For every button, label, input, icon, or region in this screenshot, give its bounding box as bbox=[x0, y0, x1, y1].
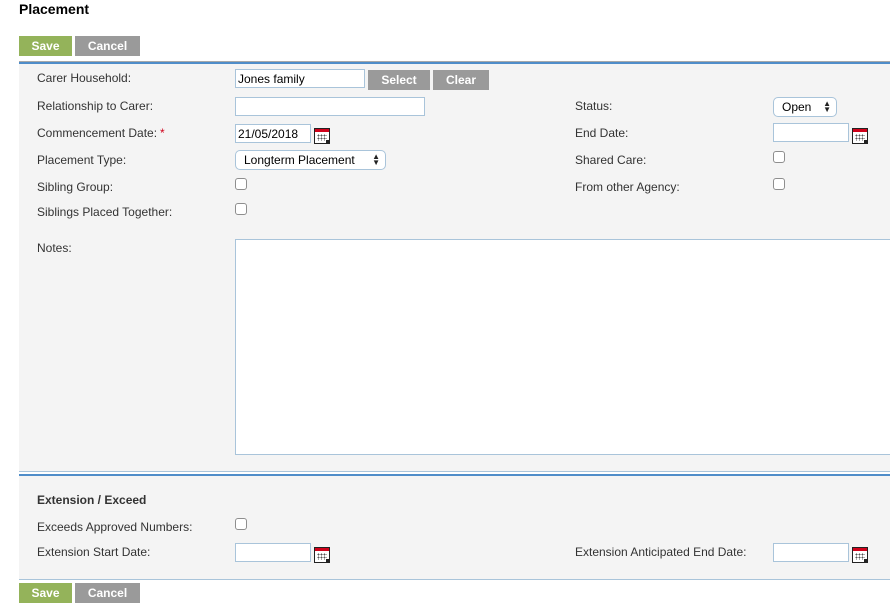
carer-household-label: Carer Household: bbox=[37, 71, 132, 85]
commencement-date-label-text: Commencement Date: bbox=[37, 126, 158, 140]
clear-carer-button[interactable]: Clear bbox=[433, 70, 489, 90]
commencement-date-label: Commencement Date: * bbox=[37, 126, 165, 140]
status-select[interactable]: Open ▲ ▼ bbox=[773, 97, 837, 117]
select-arrows-icon: ▲ ▼ bbox=[823, 99, 831, 114]
save-button-bottom[interactable]: Save bbox=[19, 583, 72, 603]
from-other-agency-label: From other Agency: bbox=[575, 180, 680, 194]
end-date-input[interactable] bbox=[773, 123, 849, 142]
exceeds-approved-numbers-label: Exceeds Approved Numbers: bbox=[37, 520, 193, 534]
page-title: Placement bbox=[19, 1, 90, 17]
from-other-agency-checkbox[interactable] bbox=[773, 178, 785, 190]
placement-type-value: Longterm Placement bbox=[244, 153, 355, 167]
calendar-icon[interactable] bbox=[852, 128, 868, 144]
select-carer-button[interactable]: Select bbox=[368, 70, 430, 90]
extension-heading: Extension / Exceed bbox=[37, 493, 147, 507]
required-marker: * bbox=[160, 126, 165, 140]
extension-start-date-input[interactable] bbox=[235, 543, 311, 562]
relationship-to-carer-label: Relationship to Carer: bbox=[37, 99, 154, 113]
status-value: Open bbox=[782, 100, 812, 114]
calendar-icon[interactable] bbox=[314, 547, 330, 563]
siblings-placed-together-label: Siblings Placed Together: bbox=[37, 205, 173, 219]
notes-label: Notes: bbox=[37, 241, 72, 255]
extension-anticipated-end-date-input[interactable] bbox=[773, 543, 849, 562]
sibling-group-label: Sibling Group: bbox=[37, 180, 114, 194]
sibling-group-checkbox[interactable] bbox=[235, 178, 247, 190]
cancel-button-bottom[interactable]: Cancel bbox=[75, 583, 140, 603]
placement-type-select[interactable]: Longterm Placement ▲ ▼ bbox=[235, 150, 386, 170]
relationship-to-carer-input[interactable] bbox=[235, 97, 425, 116]
carer-household-input[interactable] bbox=[235, 69, 365, 88]
exceeds-approved-numbers-checkbox[interactable] bbox=[235, 518, 247, 530]
save-button-top[interactable]: Save bbox=[19, 36, 72, 56]
calendar-icon[interactable] bbox=[314, 128, 330, 144]
siblings-placed-together-checkbox[interactable] bbox=[235, 203, 247, 215]
select-arrows-icon: ▲ ▼ bbox=[372, 152, 380, 167]
notes-textarea[interactable] bbox=[235, 239, 890, 455]
status-label: Status: bbox=[575, 99, 613, 113]
placement-type-label: Placement Type: bbox=[37, 153, 127, 167]
shared-care-label: Shared Care: bbox=[575, 153, 647, 167]
extension-start-date-label: Extension Start Date: bbox=[37, 545, 151, 559]
cancel-button-top[interactable]: Cancel bbox=[75, 36, 140, 56]
commencement-date-input[interactable] bbox=[235, 124, 311, 143]
calendar-icon[interactable] bbox=[852, 547, 868, 563]
end-date-label: End Date: bbox=[575, 126, 629, 140]
extension-anticipated-end-date-label: Extension Anticipated End Date: bbox=[575, 545, 747, 559]
shared-care-checkbox[interactable] bbox=[773, 151, 785, 163]
